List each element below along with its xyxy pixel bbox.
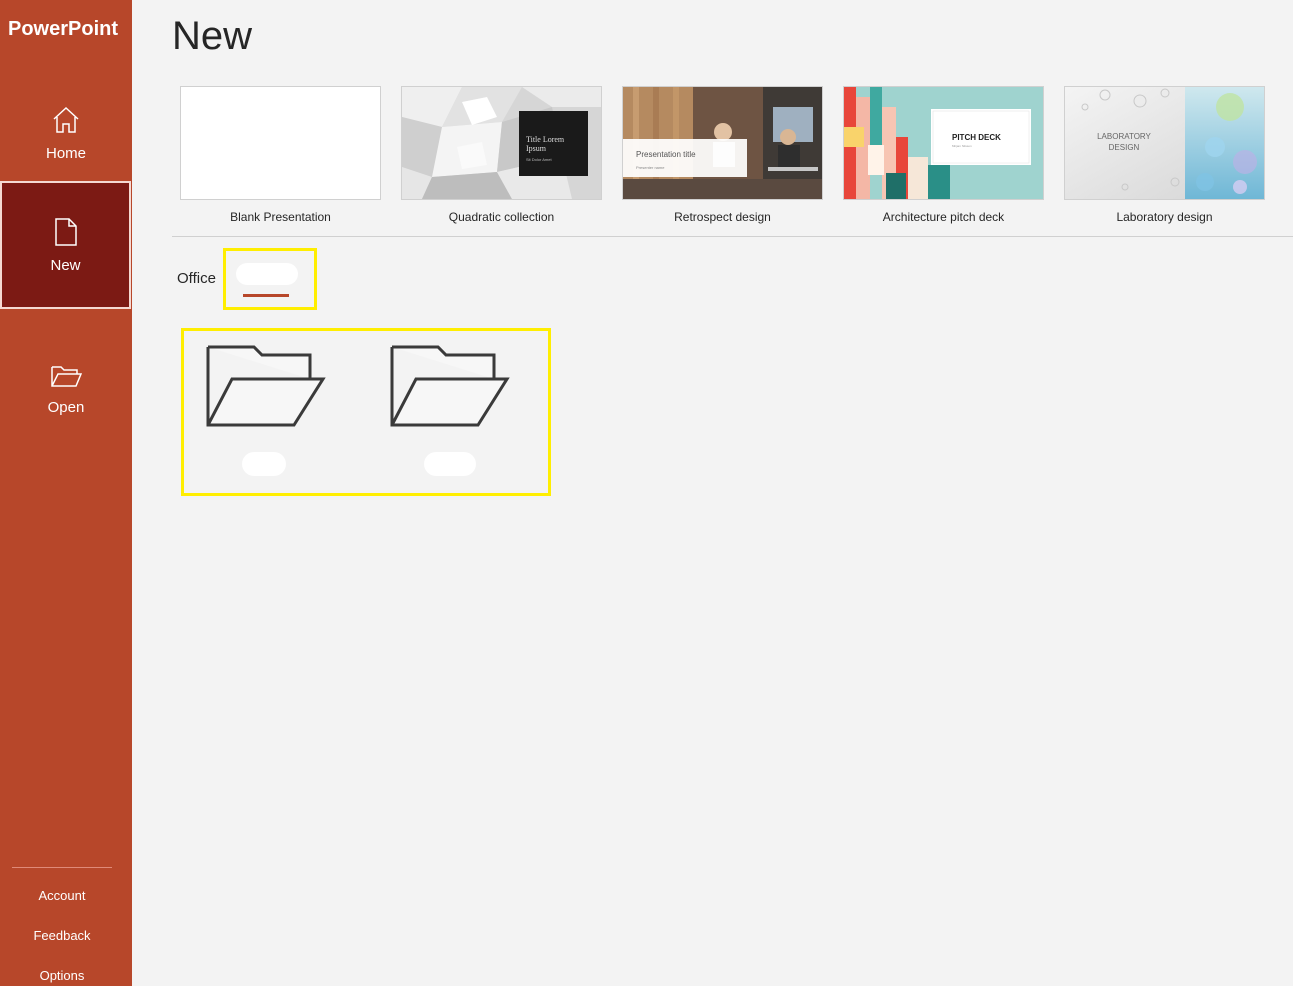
template-laboratory-design[interactable]: LABORATORY DESIGN Laboratory design [1064,86,1265,224]
sidebar-item-label: Home [45,144,86,162]
template-thumbnail [180,86,381,200]
template-label: Blank Presentation [230,210,331,224]
redacted-folder-label [242,452,286,476]
template-thumbnail-title: LABORATORY DESIGN [1097,132,1151,152]
open-folder-icon [50,363,82,389]
sidebar-item-label: Open [47,398,85,416]
folder-icon [390,345,510,433]
page-title: New [172,14,253,58]
sidebar-item-label: New [50,256,81,274]
sidebar-divider [12,867,112,868]
tab-personal[interactable] [223,248,317,310]
template-gallery: Blank Presentation Title Lorem Ipsum Sit… [180,86,1265,224]
sidebar-account-link[interactable]: Account [0,888,124,903]
new-document-icon [53,217,79,247]
section-divider [172,236,1293,237]
folder-item[interactable] [206,345,336,476]
template-label: Quadratic collection [448,210,555,224]
sidebar-feedback-link[interactable]: Feedback [0,928,124,943]
template-label: Architecture pitch deck [882,210,1005,224]
template-thumbnail-subtitle: Presenter name [636,165,665,170]
template-thumbnail-title: PITCH DECK [952,133,1001,142]
template-thumbnail: Presentation title Presenter name [622,86,823,200]
active-tab-underline [243,294,289,297]
folder-icon [206,345,326,433]
home-icon [51,105,81,135]
sidebar-options-link[interactable]: Options [0,968,124,983]
sidebar-item-new[interactable]: New [0,181,131,309]
tab-office[interactable]: Office [177,270,216,287]
template-thumbnail: PITCH DECK Mirjam Nilsson [843,86,1044,200]
template-label: Laboratory design [1116,210,1213,224]
sidebar-item-open[interactable]: Open [0,326,132,452]
template-architecture-pitch-deck[interactable]: PITCH DECK Mirjam Nilsson Architecture p… [843,86,1044,224]
app-title: PowerPoint [8,18,119,40]
template-thumbnail: Title Lorem Ipsum Sit Dolor Amet [401,86,602,200]
folder-list [181,328,551,496]
sidebar: PowerPoint Home New Open Account Feedbac… [0,0,132,986]
template-retrospect-design[interactable]: Presentation title Presenter name Retros… [622,86,823,224]
template-thumbnail-subtitle: Sit Dolor Amet [526,157,552,162]
powerpoint-backstage: PowerPoint Home New Open Account Feedbac… [0,0,1293,986]
template-thumbnail-title: Presentation title [636,150,696,159]
redacted-tab-label [236,263,298,285]
template-blank-presentation[interactable]: Blank Presentation [180,86,381,224]
template-thumbnail: LABORATORY DESIGN [1064,86,1265,200]
template-quadratic-collection[interactable]: Title Lorem Ipsum Sit Dolor Amet Quadrat… [401,86,602,224]
template-thumbnail-title: Title Lorem Ipsum [526,135,565,153]
folder-item[interactable] [390,345,520,476]
redacted-folder-label [424,452,476,476]
template-thumbnail-subtitle: Mirjam Nilsson [952,144,972,148]
sidebar-item-home[interactable]: Home [0,70,132,196]
template-label: Retrospect design [674,210,771,224]
